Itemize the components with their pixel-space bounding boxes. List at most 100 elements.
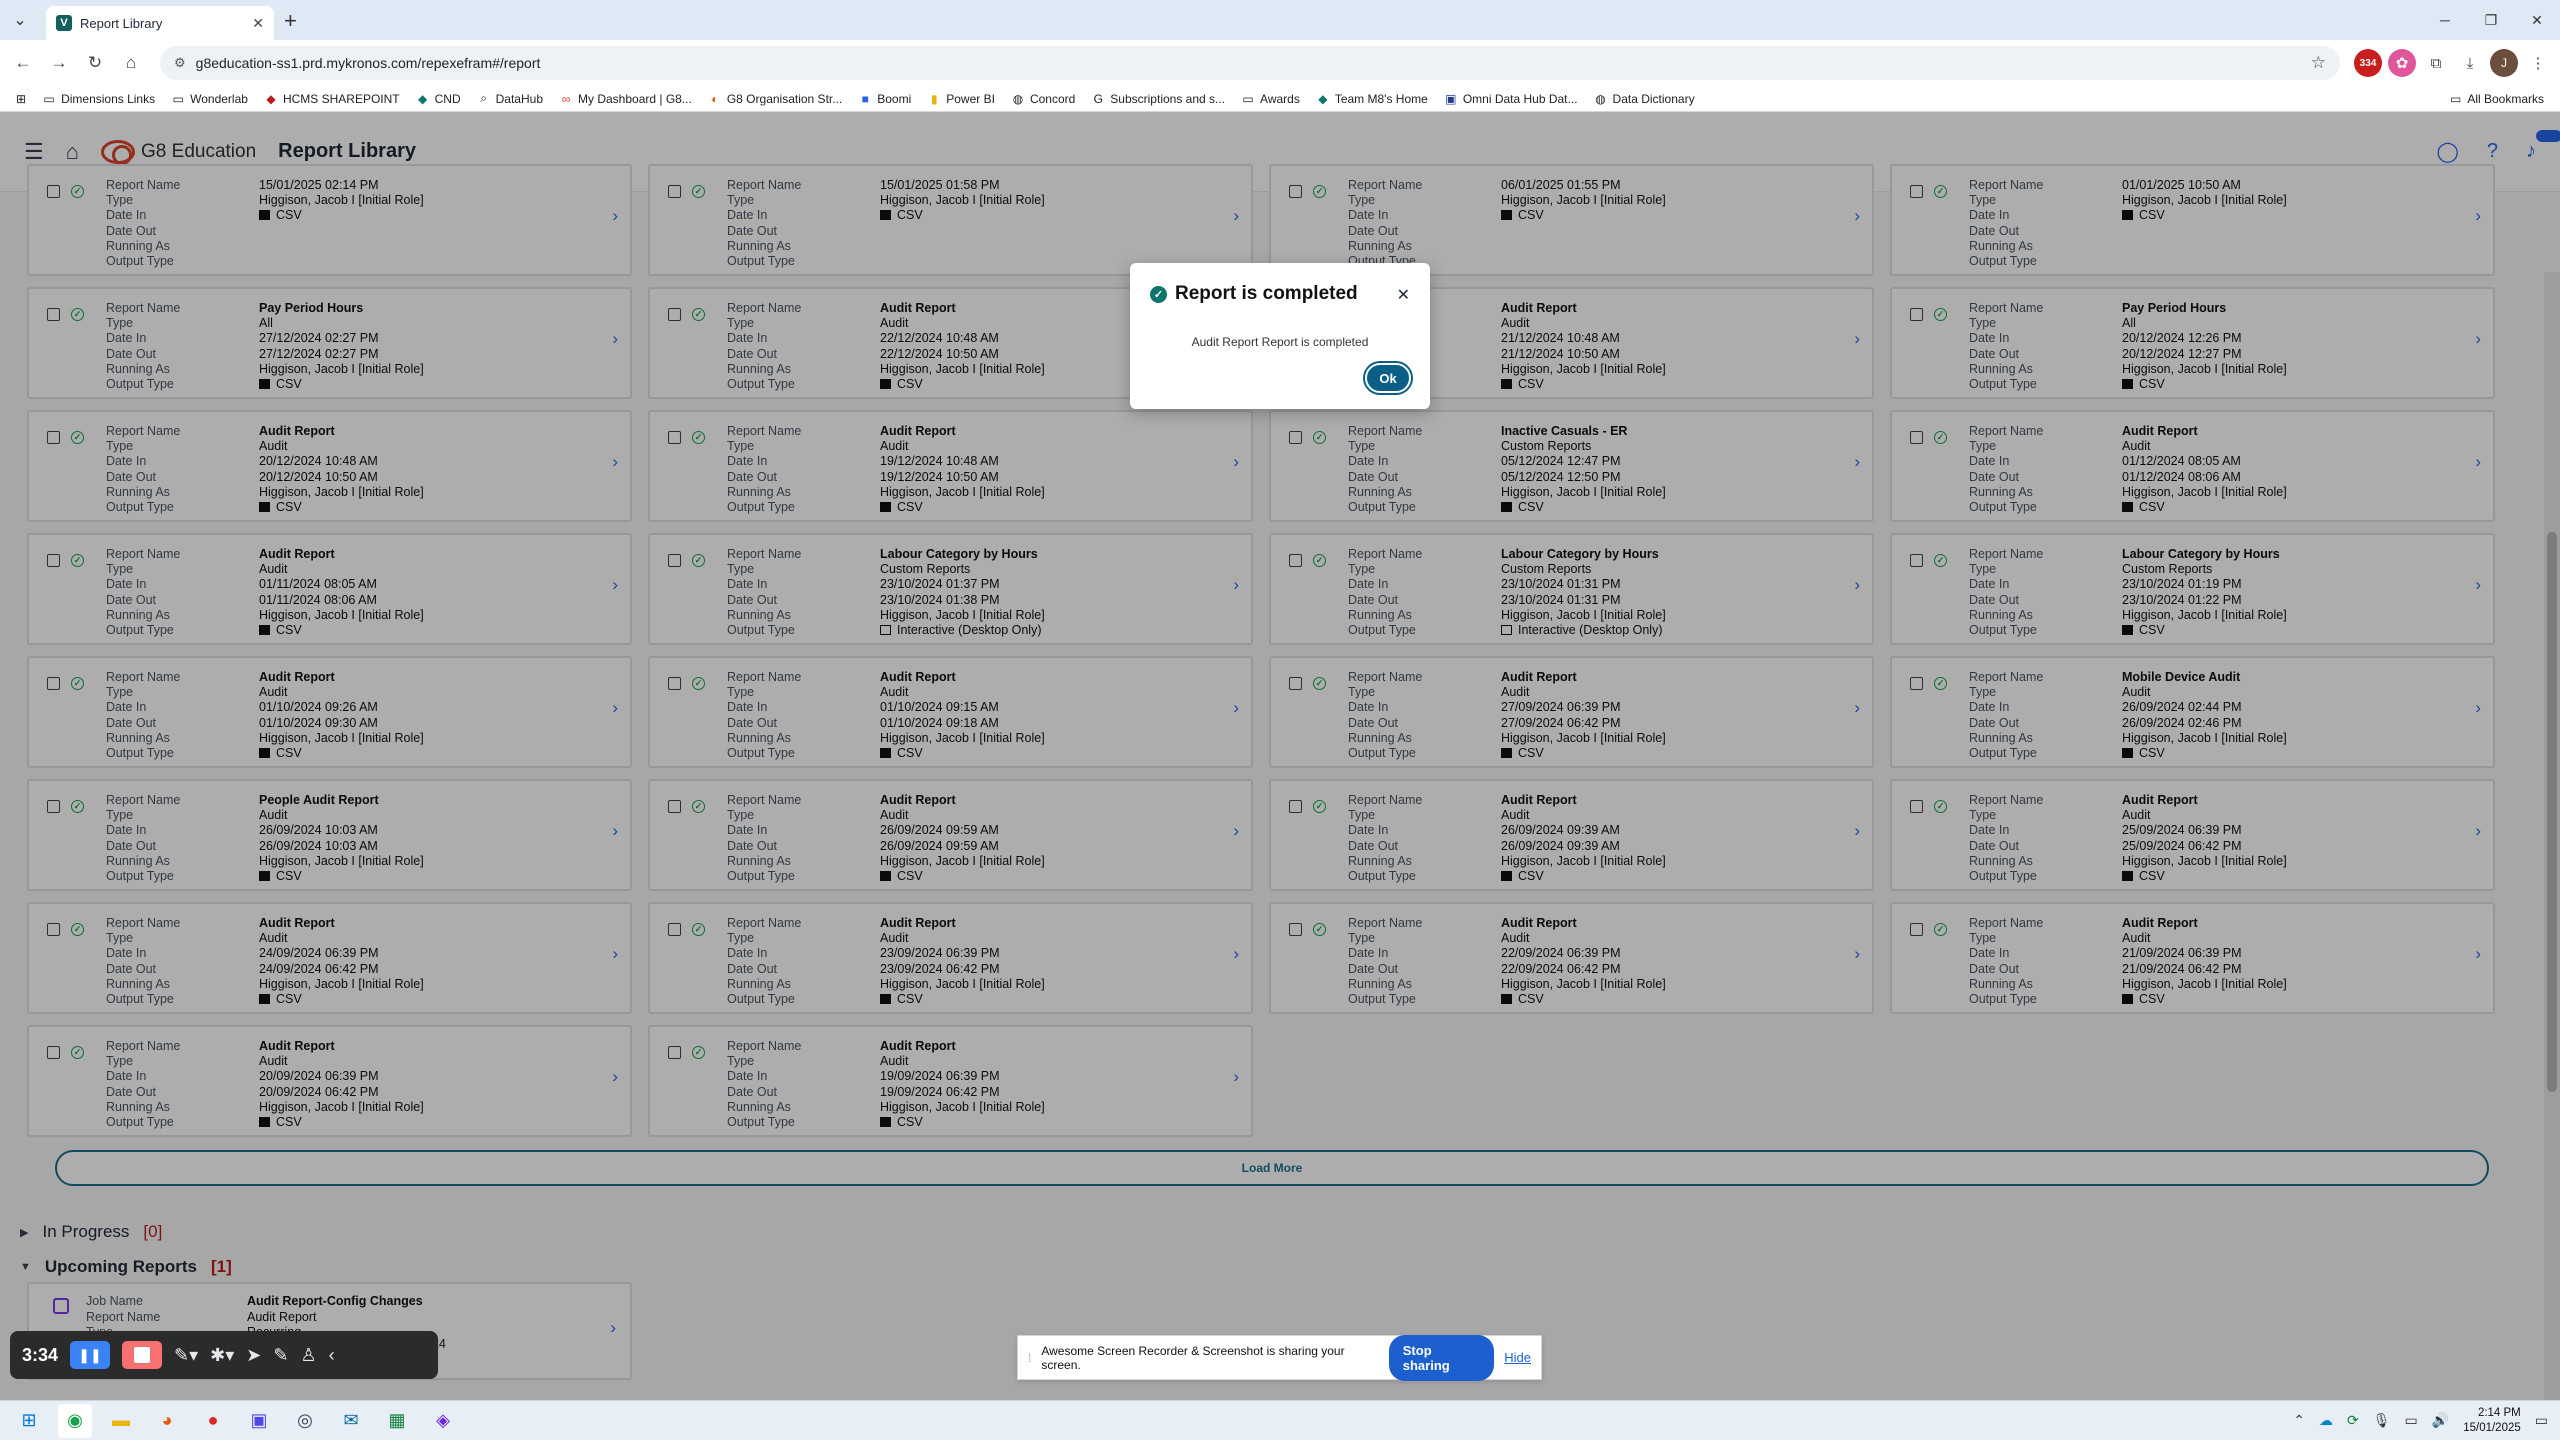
folder-icon: ▭ [2449,91,2462,106]
bookmark-item[interactable]: ▣ Omni Data Hub Dat... [1444,91,1577,106]
bookmark-item[interactable]: ◆ HCMS SHAREPOINT [264,91,399,106]
stop-sharing-button[interactable]: Stop sharing [1388,1334,1495,1381]
hide-link[interactable]: Hide [1504,1350,1531,1365]
bookmark-item[interactable]: ▮ Power BI [927,92,995,106]
address-bar[interactable]: ⚙ g8education-ss1.prd.mykronos.com/repex… [160,46,2340,80]
recording-timer: 3:34 [22,1344,59,1365]
windows-start-icon[interactable]: ⊞ [12,1404,46,1438]
bookmark-item[interactable]: ◍ Data Dictionary [1594,91,1694,106]
highlighter-icon[interactable]: ♙ [300,1345,316,1366]
bookmark-item[interactable]: ◐ G8 Organisation Str... [708,92,842,106]
folder-icon: ▭ [43,91,55,106]
bookmark-item[interactable]: ▭ Awards [1241,92,1299,106]
bookmark-item[interactable]: ▭ Dimensions Links [42,92,155,106]
close-window-icon[interactable]: ✕ [2514,0,2560,40]
excel-icon[interactable]: ▦ [380,1404,414,1438]
stop-recording-button[interactable] [122,1341,163,1369]
ok-button[interactable]: Ok [1365,363,1411,393]
sharing-message: Awesome Screen Recorder & Screenshot is … [1041,1343,1345,1372]
onedrive-icon[interactable]: ☁ [2319,1412,2333,1429]
show-hidden-icons-icon[interactable]: ⌃ [2293,1412,2305,1429]
reload-icon[interactable]: ↻ [80,48,110,78]
firefox-icon[interactable]: ◕ [150,1404,184,1438]
chrome-icon[interactable]: ◉ [58,1403,92,1438]
bookmark-item[interactable]: G Subscriptions and s... [1091,92,1225,106]
system-tray: ⌃ ☁ ⟳ 🎙 ▭ 🔊 2:14 PM 15/01/2025 ▭ [2293,1406,2548,1436]
bookmark-item[interactable]: ■ Boomi [858,91,912,106]
volume-icon[interactable]: 🔊 [2432,1412,2449,1429]
kronos-favicon-icon: V [56,15,72,31]
browser-toolbar: ← → ↻ ⌂ ⚙ g8education-ss1.prd.mykronos.c… [0,40,2560,86]
network-icon[interactable]: ▭ [2405,1412,2418,1429]
browser-tab-report-library[interactable]: V Report Library ✕ [46,6,274,40]
dialog-title: ✓ Report is completed [1150,283,1358,305]
report-completed-dialog: ✓ Report is completed ✕ Audit Report Rep… [1130,263,1430,409]
clock-time: 2:14 PM [2477,1406,2521,1419]
bookmark-item[interactable]: ▭ Wonderlab [171,92,248,106]
dialog-message: Audit Report Report is completed [1191,335,1369,349]
url-text: g8education-ss1.prd.mykronos.com/repexef… [195,55,541,71]
tab-title: Report Library [80,15,163,31]
org-chart-icon: ◐ [711,91,719,106]
drag-handle-icon[interactable]: ⁞ [1028,1351,1031,1365]
home-icon[interactable]: ⌂ [116,48,146,78]
microphone-off-icon[interactable]: ✎▾ [174,1345,198,1366]
new-tab-icon[interactable]: + [284,8,297,34]
teams-icon[interactable]: ▣ [242,1404,276,1438]
downloads-icon[interactable]: ⤓ [2456,49,2484,77]
apps-grid-icon[interactable]: ⊞ [16,92,26,106]
pause-button[interactable]: ❚❚ [70,1341,111,1369]
google-icon: G [1093,91,1103,106]
close-icon[interactable]: ✕ [1397,285,1410,305]
windows-taskbar: ⊞ ◉ ▬ ◕ ● ▣ ◎ ✉ ▦ ◈ ⌃ ☁ ⟳ 🎙 ▭ 🔊 2:14 PM … [0,1400,2560,1440]
microphone-icon[interactable]: 🎙 [2373,1412,2391,1429]
extensions-puzzle-icon[interactable]: ⧉ [2422,49,2450,77]
globe-icon: ◍ [1595,91,1606,106]
chrome-menu-icon[interactable]: ⋮ [2524,49,2552,77]
bookmark-item[interactable]: ◆ Team M8's Home [1316,92,1428,106]
back-icon[interactable]: ← [8,48,38,78]
app-root: ☰ ⌂ G8 Education Report Library ◯ ? ♪ 99 … [0,112,2560,1400]
chrome-alt-icon[interactable]: ◎ [288,1404,322,1438]
restore-icon[interactable]: ❐ [2468,0,2514,40]
clock-date: 15/01/2025 [2463,1421,2521,1434]
document-icon: ▣ [1445,91,1457,106]
profile-avatar[interactable]: J [2490,49,2518,77]
notifications-icon[interactable]: ▭ [2535,1412,2548,1429]
outlook-icon[interactable]: ✉ [334,1404,368,1438]
app-icon[interactable]: ◈ [426,1404,460,1438]
pen-icon[interactable]: ✎ [273,1345,288,1366]
bookmark-item[interactable]: ◆ CND [416,92,461,106]
check-circle-icon: ✓ [1150,285,1167,303]
bookmark-item[interactable]: ∞ My Dashboard | G8... [559,92,692,106]
window-controls: ─ ❐ ✕ [2422,0,2560,40]
close-tab-icon[interactable]: ✕ [252,15,264,32]
globe-icon: ◍ [1012,91,1024,106]
extension-badge-icon[interactable]: 334 [2354,49,2382,77]
recorder-toolbar: 3:34 ❚❚ ✎▾ ✱▾ ➤ ✎ ♙ ‹ [10,1331,438,1379]
cursor-icon[interactable]: ➤ [246,1345,261,1366]
media-player-icon[interactable]: ● [196,1404,230,1438]
file-explorer-icon[interactable]: ▬ [104,1404,138,1438]
sharepoint-icon: ◆ [266,91,276,106]
folder-icon: ▭ [172,91,184,106]
minimize-icon[interactable]: ─ [2422,0,2468,40]
bookmark-item[interactable]: ◍ Concord [1011,91,1076,106]
taskbar-clock[interactable]: 2:14 PM 15/01/2025 [2463,1406,2521,1436]
bookmark-star-icon[interactable]: ☆ [2311,53,2326,73]
sync-icon[interactable]: ⟳ [2347,1412,2359,1429]
bookmark-item[interactable]: ⌕ DataHub [477,91,543,106]
extension-flower-icon[interactable]: ✿ [2388,49,2416,77]
all-bookmarks[interactable]: ▭ All Bookmarks [2450,92,2544,106]
tab-search-icon[interactable]: ⌄ [4,4,36,36]
camera-off-icon[interactable]: ✱▾ [210,1345,234,1366]
site-info-icon[interactable]: ⚙ [174,55,186,71]
boomi-icon: ■ [861,91,869,106]
collapse-icon[interactable]: ‹ [329,1345,335,1366]
stop-icon [134,1347,151,1363]
forward-icon[interactable]: → [44,48,74,78]
cnd-icon: ◆ [418,91,428,106]
g8-logo-icon: ∞ [561,91,571,106]
screen-sharing-notice: ⁞ Awesome Screen Recorder & Screenshot i… [1017,1334,1542,1381]
browser-tab-strip: ⌄ V Report Library ✕ + ─ ❐ ✕ [0,0,2560,40]
